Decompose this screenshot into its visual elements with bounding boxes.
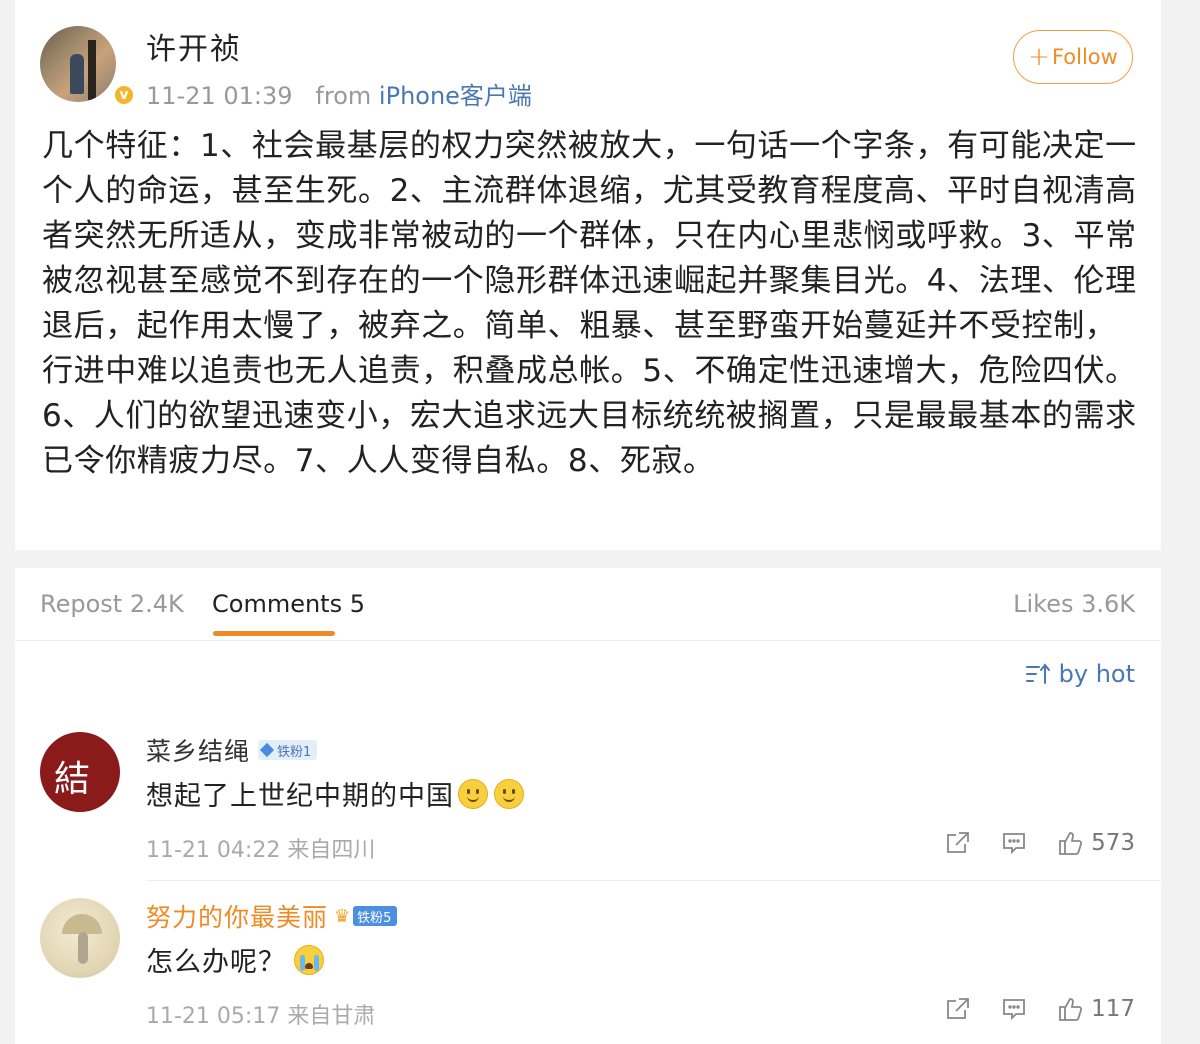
author-avatar[interactable] — [40, 26, 116, 102]
smile-emoji-icon — [458, 778, 488, 809]
sort-icon — [1025, 663, 1050, 684]
crying-emoji-icon — [294, 944, 324, 975]
avatar-calligraphy: 結 — [54, 759, 91, 800]
avatar-figure — [70, 54, 84, 94]
like-count: 117 — [1091, 996, 1135, 1022]
comment-text: 怎么办呢？ — [146, 947, 286, 978]
comment-meta: 11-21 04:22 来自四川 — [146, 838, 376, 863]
post-meta: 11-21 01:39 from iPhone客户端 — [146, 76, 532, 111]
comment-text-row: 想起了上世纪中期的中国 — [146, 774, 524, 813]
comment-icon[interactable] — [1001, 996, 1027, 1022]
commenter-avatar[interactable] — [40, 898, 120, 978]
post-time: 11-21 01:39 — [146, 82, 293, 110]
share-icon[interactable] — [945, 830, 971, 856]
comment-text-row: 怎么办呢？ — [146, 940, 324, 979]
commenter-name-row: 菜乡结绳 铁粉1 — [146, 732, 318, 768]
commenter-name-row: 努力的你最美丽 ♛ 铁粉5 — [146, 898, 398, 934]
plus-icon: + — [1028, 42, 1050, 72]
follow-button[interactable]: + Follow — [1013, 30, 1133, 84]
post-source[interactable]: iPhone客户端 — [379, 82, 532, 110]
commenter-name[interactable]: 努力的你最美丽 — [146, 898, 328, 934]
post-card: v 许开祯 11-21 01:39 from iPhone客户端 + Follo… — [15, 0, 1161, 550]
fan-badge: 铁粉1 — [258, 740, 318, 760]
fan-badge-label: 铁粉1 — [277, 744, 312, 760]
fan-badge: 铁粉5 — [353, 906, 398, 926]
tab-comments[interactable]: Comments 5 — [212, 590, 365, 618]
like-count: 573 — [1091, 830, 1135, 856]
commenter-avatar[interactable]: 結 — [40, 732, 120, 812]
avatar-person — [78, 932, 88, 964]
comment-text: 想起了上世纪中期的中国 — [146, 781, 454, 812]
comment-divider — [146, 880, 1161, 881]
thumbs-up-icon[interactable] — [1057, 830, 1083, 856]
comment-meta: 11-21 05:17 来自甘肃 — [146, 1004, 376, 1029]
follow-label: Follow — [1051, 45, 1118, 69]
diamond-icon — [259, 742, 275, 758]
comment-actions: 573 — [915, 830, 1135, 856]
comment-icon[interactable] — [1001, 830, 1027, 856]
sort-by-hot-button[interactable]: by hot — [1025, 660, 1135, 688]
author-name[interactable]: 许开祯 — [146, 24, 242, 68]
crown-icon: ♛ — [334, 905, 352, 927]
sort-label: by hot — [1058, 660, 1135, 688]
avatar-pillar — [88, 40, 96, 100]
tab-repost[interactable]: Repost 2.4K — [40, 590, 184, 618]
tab-likes[interactable]: Likes 3.6K — [1013, 590, 1135, 618]
avatar-umbrella — [62, 914, 102, 934]
share-icon[interactable] — [945, 996, 971, 1022]
active-tab-indicator — [213, 631, 335, 636]
fan-badge-label: 铁粉5 — [357, 910, 392, 926]
verified-v-icon: v — [113, 84, 135, 106]
comment-actions: 117 — [915, 996, 1135, 1022]
thumbs-up-icon[interactable] — [1057, 996, 1083, 1022]
comments-card: Repost 2.4K Comments 5 Likes 3.6K by hot… — [15, 568, 1161, 1044]
commenter-name[interactable]: 菜乡结绳 — [146, 732, 250, 768]
tab-bar: Repost 2.4K Comments 5 Likes 3.6K — [15, 568, 1161, 641]
from-label: from — [315, 82, 372, 110]
smile-emoji-icon — [494, 778, 524, 809]
post-text: 几个特征：1、社会最基层的权力突然被放大，一句话一个字条，有可能决定一个人的命运… — [42, 128, 1137, 479]
